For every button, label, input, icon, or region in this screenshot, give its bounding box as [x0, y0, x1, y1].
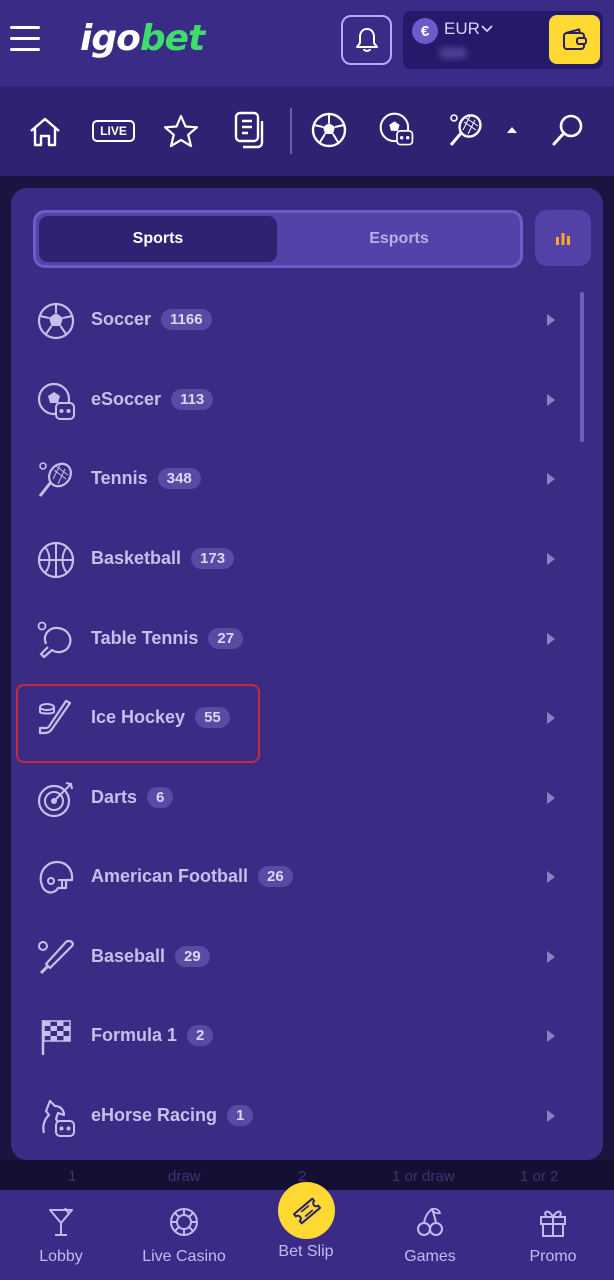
sport-item-basketball[interactable]: Basketball 173: [11, 523, 603, 602]
event-count-badge: 348: [157, 468, 201, 489]
stats-button[interactable]: [535, 210, 591, 266]
sport-label: Basketball: [91, 548, 182, 568]
chip-icon: [129, 1204, 239, 1240]
odds-col-1-or-draw: 1 or draw: [392, 1168, 455, 1185]
ehorse-icon: [42, 1099, 75, 1137]
sport-label: Formula 1: [91, 1025, 178, 1045]
betslip-history-icon[interactable]: [232, 111, 268, 149]
chevron-right-icon: [547, 871, 555, 883]
notifications-button[interactable]: [341, 15, 392, 65]
balance-hidden: [439, 47, 467, 59]
tab-esports[interactable]: Esports: [280, 216, 518, 262]
bottom-nav-label: Games: [404, 1248, 456, 1265]
sport-label: Table Tennis: [91, 628, 199, 648]
bar-chart-icon: [556, 233, 570, 245]
sport-label: eSoccer: [91, 389, 162, 409]
soccer-ball-icon: [37, 302, 75, 340]
checkered-flag-icon: [41, 1020, 71, 1055]
sport-item-table-tennis[interactable]: Table Tennis 27: [11, 603, 603, 682]
wallet-button[interactable]: [549, 15, 600, 64]
home-icon[interactable]: [27, 114, 63, 150]
odds-col-1: 1: [68, 1168, 77, 1185]
chevron-right-icon: [547, 792, 555, 804]
collapse-up-icon[interactable]: [494, 112, 530, 148]
tennis-racket-icon[interactable]: [448, 112, 484, 148]
sport-item-american-football[interactable]: American Football 26: [11, 841, 603, 920]
bottom-nav-live-casino[interactable]: Live Casino: [129, 1204, 239, 1266]
table-tennis-icon: [37, 621, 72, 659]
bottom-nav-games[interactable]: Games: [375, 1204, 485, 1266]
esoccer-icon[interactable]: [379, 112, 415, 148]
igobet-logo[interactable]: igobet: [80, 18, 205, 59]
basketball-icon: [37, 541, 75, 579]
event-count-badge: 26: [258, 866, 293, 887]
sport-item-darts[interactable]: Darts 6: [11, 762, 603, 841]
gift-icon: [498, 1204, 608, 1240]
ticket-icon: [292, 1197, 321, 1224]
live-button[interactable]: LIVE: [92, 120, 135, 142]
cocktail-icon: [6, 1204, 116, 1240]
bottom-nav-label: Live Casino: [142, 1248, 226, 1265]
wallet-icon: [562, 27, 587, 50]
tennis-racket-icon: [38, 462, 72, 497]
event-count-badge: 1166: [161, 309, 212, 330]
esoccer-icon: [37, 382, 75, 420]
baseball-bat-icon: [38, 939, 74, 975]
event-count-badge: 6: [147, 787, 174, 808]
dartboard-icon: [37, 782, 73, 818]
sport-label: Baseball: [91, 946, 166, 966]
event-count-badge: 29: [175, 946, 210, 967]
bottom-nav-label: Promo: [529, 1248, 577, 1265]
odds-col-draw: draw: [168, 1168, 201, 1185]
menu-icon[interactable]: [10, 26, 40, 52]
top-header: igobet € EUR: [0, 0, 614, 86]
event-count-badge: 2: [187, 1025, 214, 1046]
bottom-nav-lobby[interactable]: Lobby: [6, 1204, 116, 1266]
event-count-badge: 27: [208, 628, 244, 649]
chevron-right-icon: [547, 1110, 555, 1122]
chevron-down-icon: [481, 25, 493, 33]
sport-label: Tennis: [91, 468, 148, 488]
event-count-badge: 1: [227, 1105, 254, 1126]
cherries-icon: [375, 1204, 485, 1240]
star-icon[interactable]: [163, 113, 199, 149]
sport-label: eHorse Racing: [91, 1105, 218, 1125]
chevron-right-icon: [547, 1030, 555, 1042]
sport-label: Darts: [91, 787, 138, 807]
sport-item-tennis[interactable]: Tennis 348: [11, 443, 603, 522]
chevron-right-icon: [547, 951, 555, 963]
tab-sports[interactable]: Sports: [39, 216, 277, 262]
sport-item-soccer[interactable]: Soccer 1166: [11, 284, 603, 363]
bell-icon: [355, 28, 378, 52]
sport-item-ehorse-racing[interactable]: eHorse Racing 1: [11, 1080, 603, 1159]
chevron-right-icon: [547, 633, 555, 645]
event-count-badge: 113: [171, 389, 214, 410]
soccer-ball-icon[interactable]: [311, 112, 347, 148]
sport-item-esoccer[interactable]: eSoccer 113: [11, 364, 603, 443]
chevron-right-icon: [547, 314, 555, 326]
sports-menu-panel: Sports Esports Soccer 1166 eSoccer 113 Ten…: [11, 188, 603, 1160]
chevron-right-icon: [547, 394, 555, 406]
nav-divider: [290, 108, 292, 154]
bet-slip-button[interactable]: [278, 1182, 335, 1239]
bet-slip-label: Bet Slip: [278, 1243, 334, 1260]
search-icon[interactable]: [550, 112, 586, 148]
football-helmet-icon: [39, 860, 74, 894]
sport-label: Soccer: [91, 309, 152, 329]
chevron-right-icon: [547, 473, 555, 485]
euro-icon: €: [412, 18, 438, 44]
odds-col-1-or-2: 1 or 2: [520, 1168, 559, 1185]
currency-label: EUR: [444, 19, 480, 38]
sport-label: American Football: [91, 866, 249, 886]
event-count-badge: 173: [191, 548, 235, 569]
chevron-right-icon: [547, 712, 555, 724]
highlight-annotation: [16, 684, 260, 763]
sport-item-baseball[interactable]: Baseball 29: [11, 921, 603, 1000]
bottom-nav-label: Lobby: [39, 1248, 83, 1265]
chevron-right-icon: [547, 553, 555, 565]
sport-item-formula-1[interactable]: Formula 1 2: [11, 1000, 603, 1079]
bottom-nav-promo[interactable]: Promo: [498, 1204, 608, 1266]
sports-esports-toggle: Sports Esports: [33, 210, 523, 268]
